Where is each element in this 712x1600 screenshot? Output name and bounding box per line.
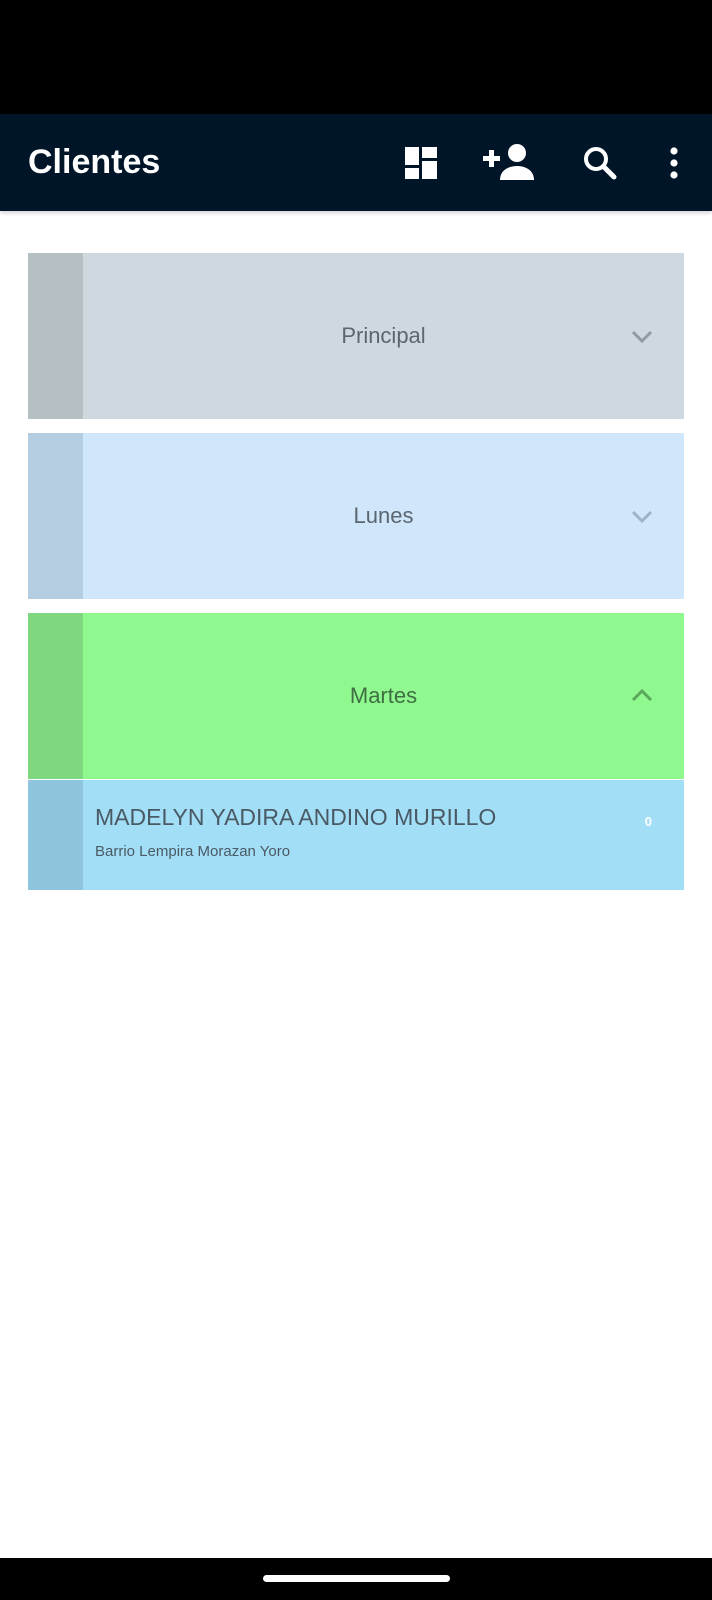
group-principal[interactable]: Principal [28, 253, 684, 419]
search-icon [584, 146, 617, 179]
more-vert-icon [670, 146, 678, 179]
group-lunes[interactable]: Lunes [28, 433, 684, 599]
search-button[interactable] [580, 114, 620, 211]
client-name: MADELYN YADIRA ANDINO MURILLO [95, 804, 497, 830]
page-title: Clientes [28, 143, 161, 181]
group-label: Lunes [353, 503, 414, 528]
add-client-button[interactable] [480, 114, 540, 211]
app-bar: Clientes [0, 114, 712, 211]
client-address: Barrio Lempira Morazan Yoro [95, 843, 291, 860]
dashboard-icon [405, 146, 437, 179]
status-bar [0, 0, 712, 114]
group-color-stripe [28, 253, 83, 419]
add-person-icon [483, 143, 534, 180]
more-options-button[interactable] [660, 114, 688, 211]
navigation-bar [0, 1558, 712, 1600]
home-gesture-handle[interactable] [263, 1575, 450, 1582]
chevron-up-icon [631, 688, 653, 702]
group-color-stripe [28, 433, 83, 599]
client-count-badge: 0 [644, 814, 652, 829]
group-label: Martes [349, 683, 418, 708]
group-color-stripe [28, 613, 83, 779]
group-label: Principal [341, 323, 426, 348]
chevron-down-icon [631, 330, 653, 344]
chevron-down-icon [631, 510, 653, 524]
dashboard-button[interactable] [400, 114, 442, 211]
client-color-stripe [28, 780, 83, 890]
client-list-item[interactable]: MADELYN YADIRA ANDINO MURILLO Barrio Lem… [28, 780, 684, 890]
group-martes[interactable]: Martes [28, 613, 684, 779]
